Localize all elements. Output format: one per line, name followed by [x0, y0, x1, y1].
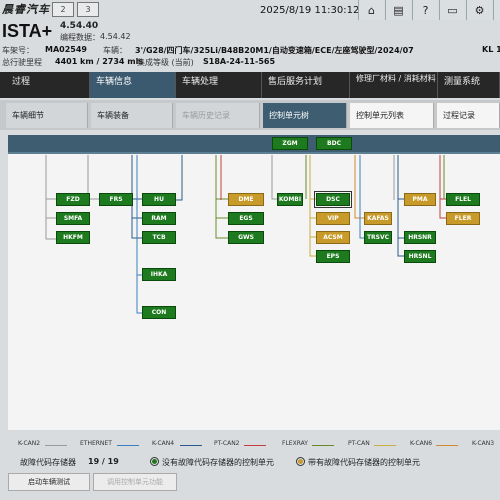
legend-kcan4: K-CAN4	[152, 440, 175, 447]
ecu-bdc[interactable]: BDC	[316, 137, 352, 150]
legend-flexray-line	[312, 445, 334, 446]
ecu-eps[interactable]: EPS	[316, 250, 350, 263]
ecu-tcb[interactable]: TCB	[142, 231, 176, 244]
ecu-smfa[interactable]: SMFA	[56, 212, 90, 225]
legend-ptcan: PT-CAN	[348, 440, 370, 447]
ecu-dme[interactable]: DME	[228, 193, 264, 206]
ecu-gws[interactable]: GWS	[228, 231, 264, 244]
legend-kcan2-line	[45, 445, 67, 446]
ecu-egs[interactable]: EGS	[228, 212, 264, 225]
no-fault-indicator-icon	[150, 457, 159, 466]
ecu-hkfm[interactable]: HKFM	[56, 231, 90, 244]
legend-kcan6-line	[436, 445, 458, 446]
legend-ethernet: ETHERNET	[80, 440, 112, 447]
ecu-dsc[interactable]: DSC	[314, 191, 352, 208]
ecu-frs[interactable]: FRS	[99, 193, 133, 206]
legend-ptcan-line	[374, 445, 396, 446]
legend-flexray: FLEXRAY	[282, 440, 308, 447]
legend-kcan4-line	[180, 445, 202, 446]
ecu-fler[interactable]: FLER	[446, 212, 480, 225]
ecu-zgm[interactable]: ZGM	[272, 137, 308, 150]
legend-ptcan2: PT-CAN2	[214, 440, 240, 447]
no-fault-legend: 没有故障代码存储器的控制单元	[162, 458, 274, 467]
ecu-kombi[interactable]: KOMBI	[277, 193, 303, 206]
ecu-vip[interactable]: VIP	[316, 212, 350, 225]
call-ecu-function-button[interactable]: 调用控制单元功能	[93, 473, 177, 491]
ecu-kafas[interactable]: KAFAS	[364, 212, 392, 225]
ecu-con[interactable]: CON	[142, 306, 176, 319]
ecu-hrsnr[interactable]: HRSNR	[404, 231, 436, 244]
legend-kcan6: K-CAN6	[410, 440, 433, 447]
legend-ptcan2-line	[244, 445, 266, 446]
has-fault-legend: 带有故障代码存储器的控制单元	[308, 458, 420, 467]
ecu-ram[interactable]: RAM	[142, 212, 176, 225]
ecu-ihka[interactable]: IHKA	[142, 268, 176, 281]
ecu-fzd[interactable]: FZD	[56, 193, 90, 206]
ecu-flel[interactable]: FLEL	[446, 193, 480, 206]
ecu-hu[interactable]: HU	[142, 193, 176, 206]
legend-kcan2: K-CAN2	[18, 440, 41, 447]
ecu-hrsnl[interactable]: HRSNL	[404, 250, 436, 263]
has-fault-indicator-icon	[296, 457, 305, 466]
ecu-pma[interactable]: PMA	[404, 193, 436, 206]
ecu-trsvc[interactable]: TRSVC	[364, 231, 392, 244]
legend-ethernet-line	[117, 445, 139, 446]
start-vehicle-test-button[interactable]: 启动车辆测试	[8, 473, 90, 491]
legend-kcan3: K-CAN3	[472, 440, 495, 447]
fault-memory-label: 故障代码存储器	[20, 458, 76, 467]
fault-memory-count: 19 / 19	[88, 457, 119, 466]
ecu-acsm[interactable]: ACSM	[316, 231, 350, 244]
